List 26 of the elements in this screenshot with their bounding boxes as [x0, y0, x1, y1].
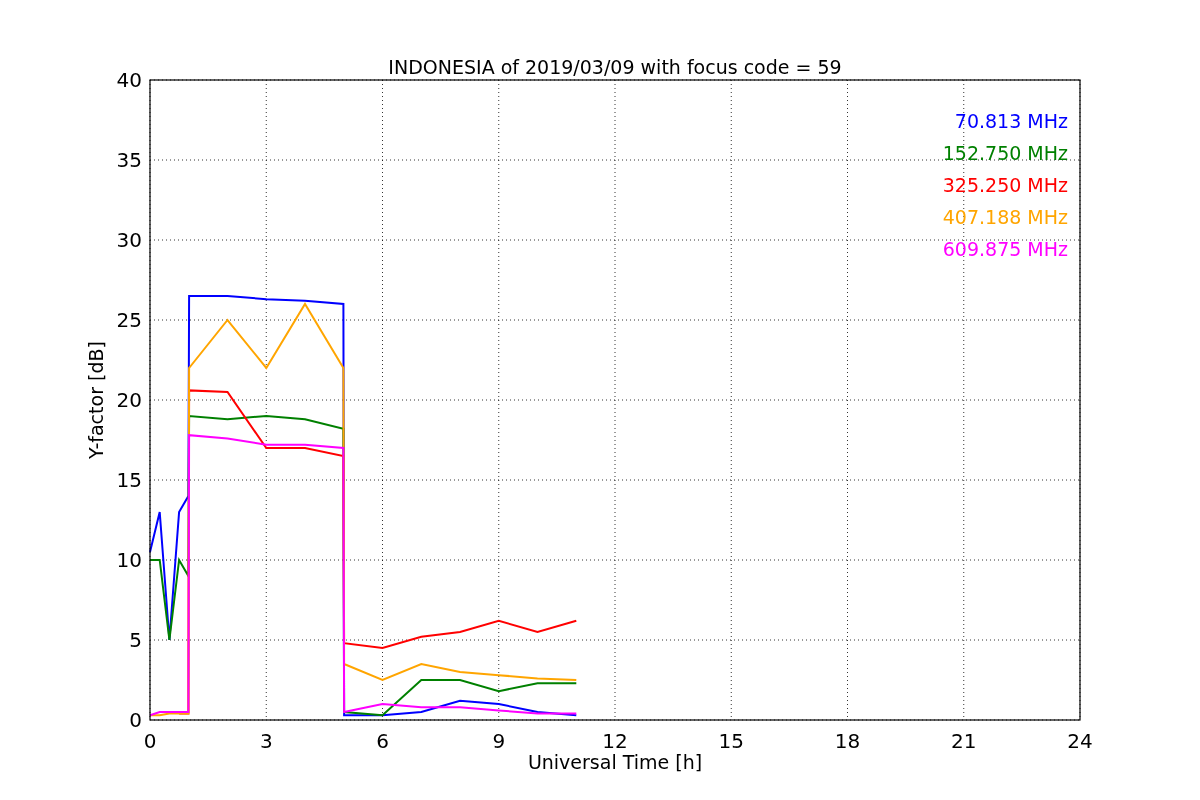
- legend-label: 407.188 MHz: [942, 206, 1068, 228]
- axis-label: Y-factor [dB]: [85, 341, 107, 459]
- tick-label: 18: [834, 729, 861, 753]
- axis-label: Universal Time [h]: [527, 751, 703, 773]
- tick-label: 24: [1067, 729, 1093, 753]
- tick-label: 15: [116, 468, 142, 492]
- legend-label: 152.750 MHz: [942, 142, 1068, 164]
- tick-label: 12: [602, 729, 628, 753]
- tick-label: 3: [259, 729, 273, 753]
- tick-label: 40: [116, 68, 142, 92]
- tick-label: 25: [116, 308, 142, 332]
- tick-label: 5: [129, 628, 142, 652]
- legend-label: 609.875 MHz: [942, 238, 1068, 260]
- tick-label: 9: [492, 729, 506, 753]
- legend-label: 325.250 MHz: [942, 174, 1068, 196]
- tick-label: 30: [116, 228, 142, 252]
- chart-title: INDONESIA of 2019/03/09 with focus code = 59: [388, 56, 842, 78]
- tick-label: 10: [116, 548, 142, 572]
- tick-label: 6: [376, 729, 389, 753]
- tick-label: 20: [116, 388, 142, 412]
- tick-label: 0: [129, 708, 142, 732]
- tick-label: 35: [116, 148, 142, 172]
- tick-label: 0: [143, 729, 157, 753]
- tick-label: 15: [718, 729, 744, 753]
- tick-label: 21: [951, 729, 977, 753]
- legend-label: 70.813 MHz: [954, 110, 1068, 132]
